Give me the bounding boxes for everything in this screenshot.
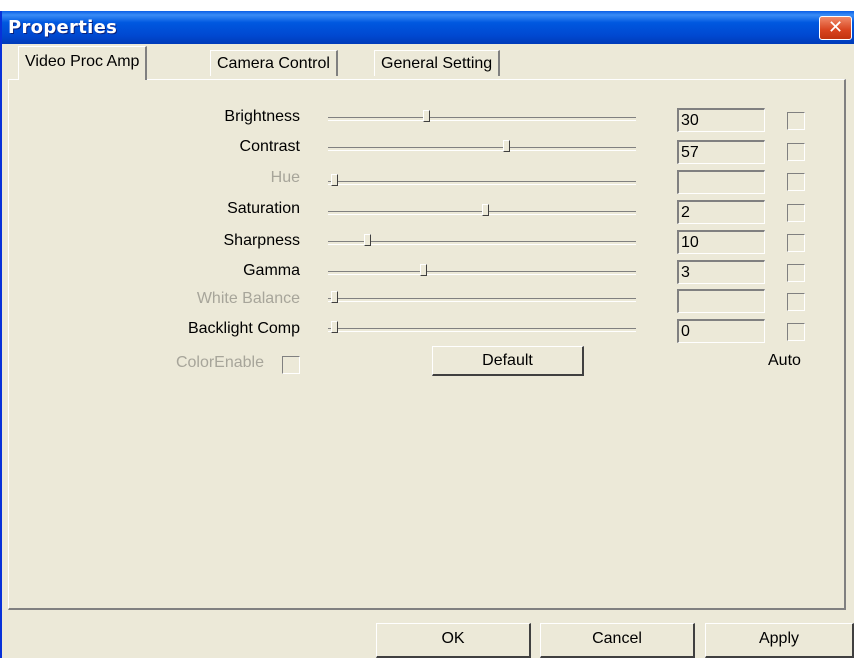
close-icon: ✕ [827, 17, 844, 37]
sharpness-label: Sharpness [223, 232, 301, 249]
title-bar[interactable]: Properties ✕ [2, 11, 854, 44]
backlight-comp-auto-checkbox[interactable] [787, 323, 805, 341]
slider-thumb[interactable] [502, 140, 510, 152]
gamma-slider[interactable] [328, 264, 636, 276]
gamma-label: Gamma [243, 262, 300, 279]
backlight-comp-slider[interactable] [328, 321, 636, 333]
hue-value-field [677, 170, 765, 194]
slider-thumb [331, 174, 338, 186]
white-balance-slider [328, 291, 636, 303]
slider-thumb[interactable] [419, 264, 427, 276]
gamma-value-field[interactable]: 3 [677, 260, 765, 284]
backlight-comp-value-field[interactable]: 0 [677, 319, 765, 343]
sharpness-auto-checkbox[interactable] [787, 234, 805, 252]
tab-general-setting[interactable]: General Setting [374, 50, 501, 76]
brightness-slider[interactable] [328, 110, 636, 122]
slider-thumb[interactable] [363, 234, 371, 246]
tab-video-proc-amp[interactable]: Video Proc Amp [18, 46, 148, 80]
white-balance-label: White Balance [196, 290, 300, 307]
saturation-label: Saturation [227, 200, 300, 217]
default-button[interactable]: Default [432, 346, 584, 376]
slider-thumb[interactable] [331, 321, 338, 333]
white-balance-auto-checkbox [787, 293, 805, 311]
tab-camera-control[interactable]: Camera Control [210, 50, 338, 76]
hue-label: Hue [270, 169, 300, 186]
contrast-slider[interactable] [328, 140, 636, 152]
tab-label: Video Proc Amp [25, 53, 140, 70]
slider-thumb [331, 291, 338, 303]
brightness-auto-checkbox[interactable] [787, 112, 805, 130]
contrast-label: Contrast [239, 138, 300, 155]
tab-label: General Setting [381, 55, 493, 72]
apply-button[interactable]: Apply [705, 623, 854, 658]
color-enable-checkbox [282, 356, 300, 374]
slider-thumb[interactable] [481, 204, 489, 216]
cancel-button[interactable]: Cancel [540, 623, 695, 658]
tab-label: Camera Control [217, 55, 330, 72]
saturation-auto-checkbox[interactable] [787, 204, 805, 222]
contrast-value-field[interactable]: 57 [677, 140, 765, 164]
ok-button[interactable]: OK [376, 623, 531, 658]
sharpness-value-field[interactable]: 10 [677, 230, 765, 254]
color-enable-label: ColorEnable [175, 354, 264, 371]
contrast-auto-checkbox[interactable] [787, 143, 805, 161]
hue-slider [328, 174, 636, 186]
sharpness-slider[interactable] [328, 234, 636, 246]
saturation-slider[interactable] [328, 204, 636, 216]
auto-column-label: Auto [768, 352, 801, 369]
brightness-label: Brightness [224, 108, 300, 125]
white-balance-value-field [677, 289, 765, 313]
hue-auto-checkbox [787, 173, 805, 191]
brightness-value-field[interactable]: 30 [677, 108, 765, 132]
window-title: Properties [8, 17, 118, 38]
slider-thumb[interactable] [422, 110, 430, 122]
gamma-auto-checkbox[interactable] [787, 264, 805, 282]
saturation-value-field[interactable]: 2 [677, 200, 765, 224]
close-button[interactable]: ✕ [819, 16, 852, 40]
backlight-comp-label: Backlight Comp [187, 320, 300, 337]
